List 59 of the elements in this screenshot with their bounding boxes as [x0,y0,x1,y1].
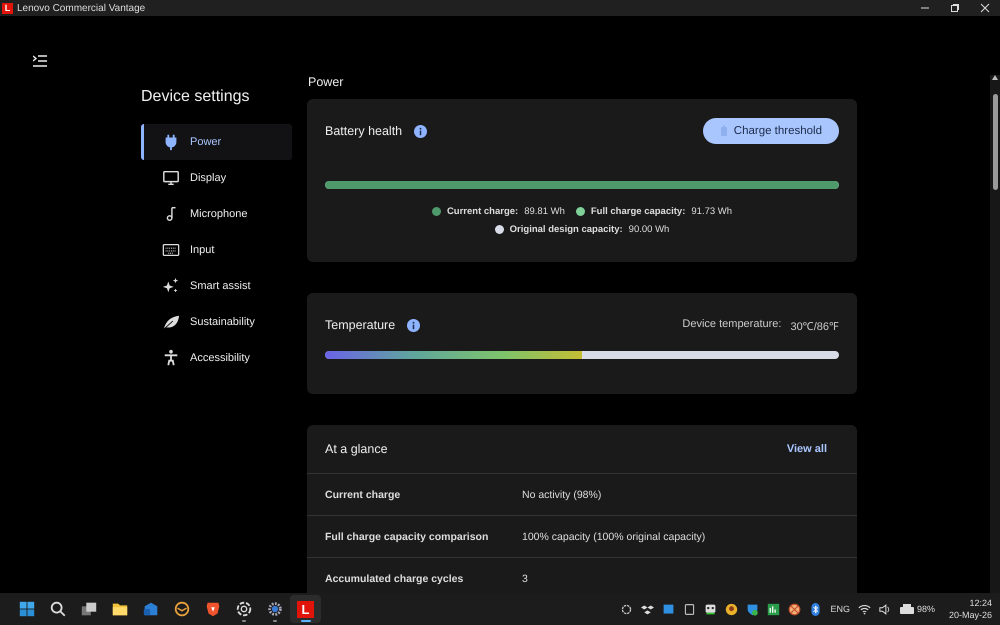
battery-percent: 98% [916,604,935,614]
info-icon[interactable] [414,124,428,138]
clock-date[interactable]: 20-May-26 [948,609,992,621]
window-title: Lenovo Commercial Vantage [17,2,146,14]
sparkle-icon [162,277,180,295]
nav-item[interactable]: Smart assist [141,268,292,304]
crossed-circle-icon[interactable] [788,602,802,616]
sidebar-title: Device settings [141,88,250,106]
row-label: Accumulated charge cycles [325,572,464,584]
scrollbar[interactable] [990,75,1000,593]
battery-icon[interactable] [898,604,915,614]
nav-item[interactable]: Accessibility [141,340,292,376]
language-indicator[interactable]: ENG [830,604,850,614]
legend-label: Full charge capacity: [590,206,686,217]
bluetooth-icon[interactable] [809,602,822,616]
temperature-value: 30℃/86℉ [790,320,839,332]
keyboard-icon [162,241,180,259]
row-value: 3 [522,572,528,584]
nav-item[interactable]: Power [141,124,292,160]
charge-threshold-button[interactable]: Charge threshold [702,118,839,144]
legend-label: Original design capacity: [510,224,623,235]
wifi-icon[interactable] [858,604,871,614]
nav-item[interactable]: Input [141,232,292,268]
shield-icon[interactable] [746,602,760,616]
legend-value: 90.00 Wh [628,224,670,235]
legend-value: 89.81 Wh [524,206,565,217]
tablet-icon[interactable] [683,602,696,616]
app-icon[interactable]: L [290,595,321,623]
robot-icon[interactable] [704,602,718,616]
legend-value: 91.73 Wh [691,206,732,217]
nav-item[interactable]: Sustainability [141,304,292,340]
page-title: Power [308,75,344,89]
scroll-up-icon[interactable] [992,75,998,80]
info-icon[interactable] [407,318,420,332]
temperature-label: Device temperature: [682,318,782,332]
close-icon[interactable] [980,3,990,13]
row-label: Full charge capacity comparison [325,530,490,542]
legend-label: Current charge: [446,206,518,217]
battery-icon [720,125,728,137]
card-title: Battery health [325,124,402,138]
menu-icon[interactable] [33,55,47,67]
row-value: 100% capacity (100% original capacity) [522,530,706,542]
card-title: At a glance [325,442,388,456]
badge-icon[interactable] [725,602,738,616]
nav-item[interactable]: Display [141,160,292,196]
app-logo: L [2,2,13,14]
speaker-icon[interactable] [878,604,891,614]
square-icon[interactable] [662,602,676,616]
nav-item[interactable]: Microphone [141,196,292,232]
monitor-icon [162,169,180,187]
row-value: No activity (98%) [522,488,602,500]
card-title: Temperature [325,318,396,332]
clock-time[interactable]: 12:24 [969,597,992,609]
person-icon [162,349,180,367]
leaf-icon [162,313,180,331]
chart-icon[interactable] [767,602,780,616]
restore-icon[interactable] [950,3,960,13]
view-all-link[interactable]: View all [786,443,827,455]
row-label: Current charge [325,488,402,500]
